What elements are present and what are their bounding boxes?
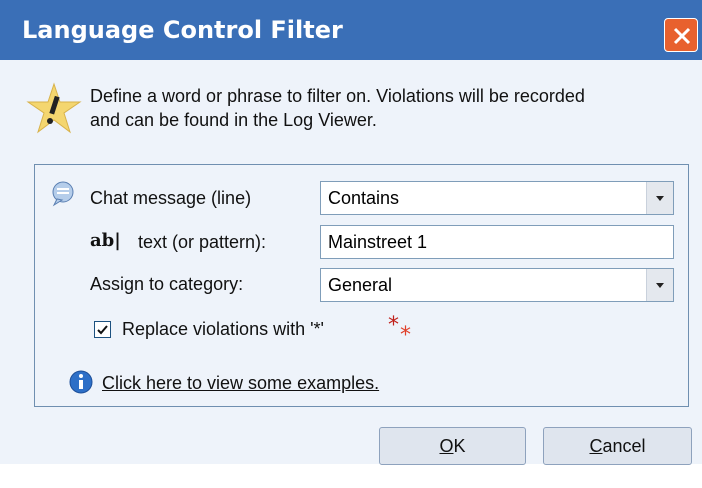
replace-checkbox[interactable] [94, 321, 111, 338]
ok-button[interactable]: OK [379, 427, 526, 465]
pattern-input[interactable]: Mainstreet 1 [320, 225, 674, 259]
cancel-accel: C [589, 436, 603, 456]
svg-text:*: * [388, 314, 399, 338]
ok-label: K [453, 436, 466, 456]
info-icon [69, 370, 93, 394]
chevron-down-icon [656, 283, 664, 288]
info-line-1: Define a word or phrase to filter on. Vi… [90, 86, 585, 106]
text-pattern-label: text (or pattern): [138, 232, 267, 252]
chevron-down-icon [656, 196, 664, 201]
dialog-title: Language Control Filter [22, 16, 343, 44]
chat-bubble-icon [52, 181, 74, 207]
text-field-icon: ab| [90, 230, 121, 251]
cancel-button[interactable]: Cancel [543, 427, 692, 465]
checkmark-icon [97, 325, 108, 335]
close-icon [673, 27, 691, 45]
category-dropdown-button[interactable] [646, 269, 673, 301]
pattern-value: Mainstreet 1 [328, 232, 428, 252]
condition-dropdown-button[interactable] [646, 182, 673, 214]
category-label: Assign to category: [90, 274, 244, 294]
ok-accel: O [439, 436, 454, 456]
chat-message-label: Chat message (line) [90, 188, 252, 208]
warning-icon [26, 82, 82, 134]
language-control-filter-dialog: Language Control Filter Define a word or… [0, 0, 702, 465]
condition-dropdown[interactable]: Contains [320, 181, 674, 215]
category-dropdown[interactable]: General [320, 268, 674, 302]
cancel-label: ancel [602, 436, 646, 456]
title-bar: Language Control Filter [0, 0, 702, 60]
category-value: General [328, 275, 393, 295]
condition-value: Contains [328, 188, 400, 208]
close-button[interactable] [664, 18, 698, 52]
info-line-2: and can be found in the Log Viewer. [90, 110, 377, 130]
asterisk-icon: * * [388, 314, 411, 344]
replace-label: Replace violations with '*' [122, 319, 324, 339]
info-text: Define a word or phrase to filter on. Vi… [90, 84, 690, 132]
svg-text:*: * [400, 323, 411, 344]
examples-link[interactable]: Click here to view some examples. [102, 373, 379, 394]
